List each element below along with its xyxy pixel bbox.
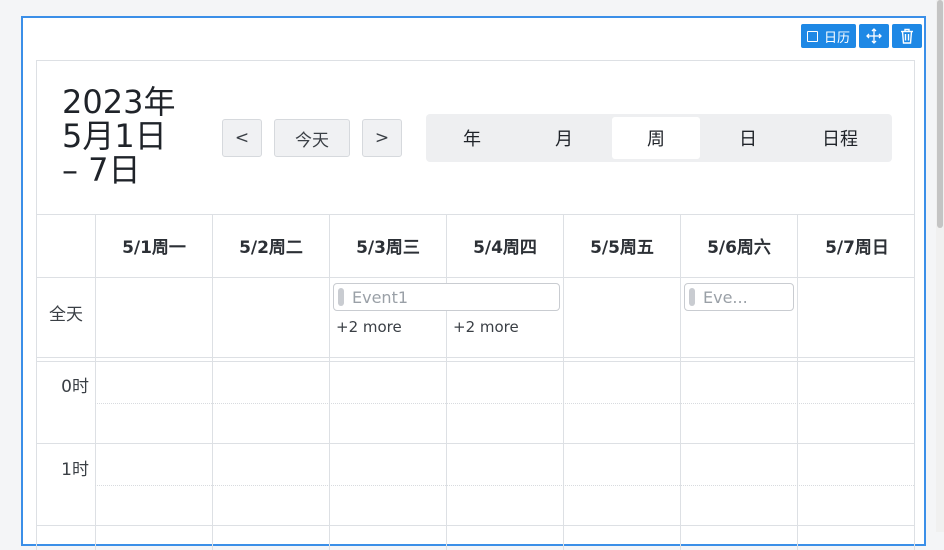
hour-line	[37, 525, 914, 526]
day-header[interactable]: 5/3周三	[330, 214, 446, 277]
day-header[interactable]: 5/7周日	[798, 214, 914, 277]
calendar-icon	[806, 30, 818, 42]
allday-divider	[37, 361, 914, 362]
time-label: 0时	[61, 377, 89, 397]
day-header[interactable]: 5/6周六	[681, 214, 797, 277]
range-end: – 7日	[62, 151, 141, 189]
calendar-type-button[interactable]: 日历	[800, 24, 856, 48]
view-switcher: 年 月 周 日 日程	[426, 114, 892, 162]
more-events-link[interactable]: +2 more	[336, 318, 402, 336]
calendar-header: 2023年 5月1日 – 7日 < 今天 > 年 月 周 日 日程	[37, 61, 914, 215]
chevron-left-icon: <	[234, 128, 250, 148]
today-button[interactable]: 今天	[274, 119, 350, 157]
range-year: 2023年	[62, 83, 176, 121]
allday-label: 全天	[49, 305, 83, 325]
time-label: 1时	[61, 460, 89, 480]
date-range-title: 2023年 5月1日 – 7日	[62, 85, 175, 187]
half-hour-line	[95, 403, 914, 404]
event-color-bar	[338, 288, 344, 306]
hour-line	[37, 443, 914, 444]
move-icon	[866, 28, 882, 44]
move-button[interactable]	[859, 24, 889, 48]
calendar-widget-frame[interactable]: 日历 2023年 5月1日 – 7日 < 今天 > 年 月 周 日 日程 5/1…	[21, 16, 926, 550]
view-day[interactable]: 日	[704, 117, 792, 159]
view-week[interactable]: 周	[612, 117, 700, 159]
event-color-bar	[689, 288, 695, 306]
range-start: 5月1日	[62, 117, 167, 155]
widget-toolbar: 日历	[800, 24, 922, 48]
trash-icon	[901, 28, 913, 44]
page-scrollbar[interactable]	[936, 0, 944, 532]
header-row-divider	[37, 277, 914, 278]
event-chip[interactable]: Eve...	[684, 283, 794, 311]
event-title: Event1	[352, 287, 409, 307]
chevron-right-icon: >	[374, 128, 390, 148]
more-events-link[interactable]: +2 more	[453, 318, 519, 336]
day-header[interactable]: 5/1周一	[96, 214, 212, 277]
event-title: Eve...	[703, 287, 748, 307]
day-header[interactable]: 5/2周二	[213, 214, 329, 277]
half-hour-line	[95, 485, 914, 486]
view-month[interactable]: 月	[520, 117, 608, 159]
calendar: 2023年 5月1日 – 7日 < 今天 > 年 月 周 日 日程 5/1周一 …	[36, 60, 915, 550]
view-year[interactable]: 年	[428, 117, 516, 159]
view-agenda[interactable]: 日程	[796, 117, 884, 159]
prev-button[interactable]: <	[222, 119, 262, 157]
day-header[interactable]: 5/4周四	[447, 214, 563, 277]
day-header[interactable]: 5/5周五	[564, 214, 680, 277]
next-button[interactable]: >	[362, 119, 402, 157]
allday-divider	[37, 357, 914, 358]
calendar-type-label: 日历	[823, 30, 850, 46]
scrollbar-thumb[interactable]	[937, 0, 943, 228]
event-chip[interactable]: Event1	[333, 283, 560, 311]
delete-button[interactable]	[892, 24, 922, 48]
